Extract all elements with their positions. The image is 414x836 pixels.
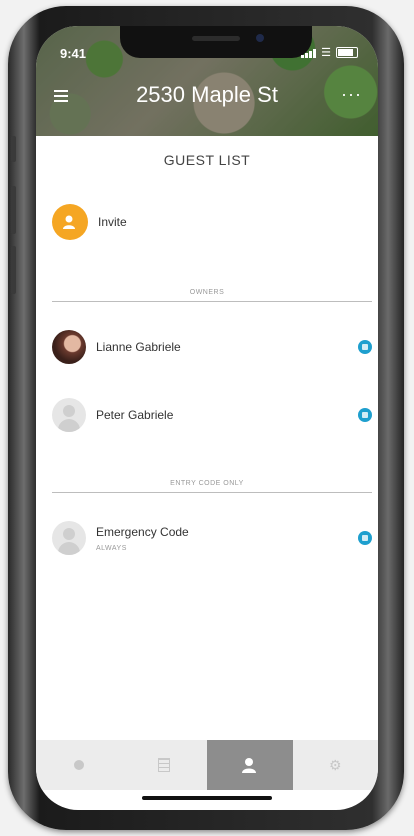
- person-name: Emergency Code: [96, 524, 189, 539]
- guest-list-title: GUEST LIST: [163, 152, 251, 168]
- front-camera: [256, 34, 264, 42]
- status-icons: ☰: [301, 46, 358, 59]
- tab-settings[interactable]: ⚙: [293, 740, 379, 790]
- phone-screen: 9:41 ☰ 2530 Maple St ··· GUEST LIST Invi…: [36, 26, 378, 810]
- tab-guests[interactable]: [207, 740, 293, 790]
- person-icon: [241, 758, 256, 773]
- battery-icon: [336, 47, 358, 58]
- person-name: Peter Gabriele: [96, 408, 174, 422]
- status-indicator-icon: [358, 340, 372, 354]
- person-glyph-icon: [63, 215, 75, 229]
- status-indicator-icon: [358, 408, 372, 422]
- volume-up-button: [11, 186, 16, 234]
- avatar-placeholder-icon: [52, 521, 86, 555]
- bottom-tab-bar: ⚙: [36, 740, 378, 790]
- owners-heading: OWNERS: [189, 289, 225, 296]
- signal-icon: [301, 48, 317, 58]
- owner-row-peter[interactable]: Peter Gabriele: [52, 397, 372, 433]
- tab-activity[interactable]: [122, 740, 208, 790]
- volume-down-button: [11, 246, 16, 294]
- circle-dot-icon: [73, 760, 84, 770]
- owners-divider: [52, 301, 372, 302]
- speaker-grille: [192, 36, 240, 41]
- person-name: Lianne Gabriele: [96, 340, 181, 354]
- page-title: 2530 Maple St: [136, 82, 278, 107]
- status-indicator-icon: [358, 531, 372, 545]
- entry-code-divider: [52, 492, 372, 493]
- entry-code-row-emergency[interactable]: Emergency Code ALWAYS: [52, 520, 372, 556]
- invite-label: Invite: [98, 215, 127, 229]
- schedule-label: ALWAYS: [96, 544, 127, 552]
- wifi-icon: ☰: [321, 47, 331, 59]
- mute-switch: [11, 136, 16, 162]
- home-indicator: [142, 796, 272, 800]
- entry-code-heading: ENTRY CODE ONLY: [170, 480, 244, 487]
- grid-icon: [158, 758, 171, 772]
- notch: [120, 26, 312, 58]
- tab-home[interactable]: [36, 740, 122, 790]
- invite-button[interactable]: Invite: [52, 204, 127, 240]
- add-person-icon: [52, 204, 88, 240]
- avatar-placeholder-icon: [52, 398, 86, 432]
- more-options-icon[interactable]: ···: [341, 84, 362, 105]
- gear-icon: ⚙: [328, 756, 342, 773]
- avatar: [52, 330, 86, 364]
- status-time: 9:41: [60, 46, 87, 61]
- owner-row-lianne[interactable]: Lianne Gabriele: [52, 329, 372, 365]
